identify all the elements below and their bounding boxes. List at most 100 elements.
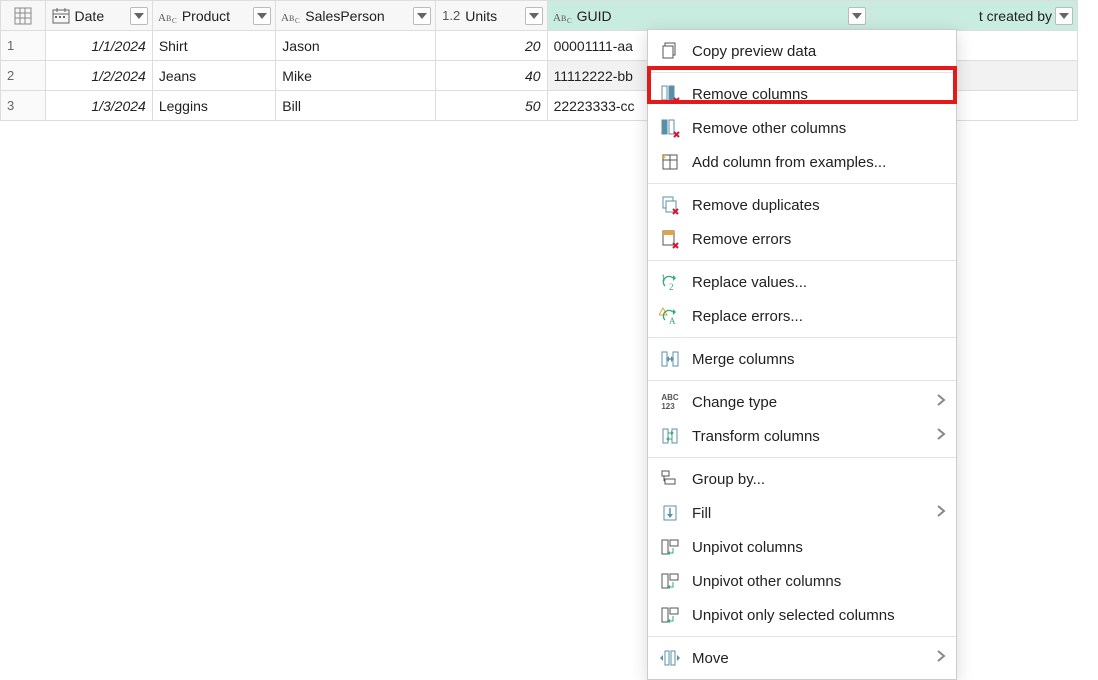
column-header-createdby[interactable]: t created by [871,1,1078,31]
menu-group-by[interactable]: Group by... [648,462,956,496]
number-type-icon: 1.2 [440,7,462,25]
row-number: 3 [1,91,46,121]
menu-change-type[interactable]: ABC 123 Change type [648,385,956,419]
cell-product[interactable]: Shirt [152,31,275,61]
menu-separator [648,337,956,338]
cell-salesperson[interactable]: Mike [276,61,436,91]
menu-transform-columns[interactable]: Transform columns [648,419,956,453]
filter-button[interactable] [848,7,866,25]
svg-text:B: B [561,14,566,23]
menu-label: Unpivot only selected columns [692,607,895,624]
row-number: 1 [1,31,46,61]
change-type-icon: ABC 123 [658,390,682,414]
text-type-icon: ABC [280,7,302,25]
move-icon [658,646,682,670]
remove-columns-icon [658,82,682,106]
copy-icon [658,39,682,63]
menu-label: Replace errors... [692,308,803,325]
svg-text:2: 2 [669,282,674,292]
menu-label: Group by... [692,471,765,488]
filter-button[interactable] [413,7,431,25]
svg-text:B: B [289,14,294,23]
menu-add-column-from-examples[interactable]: Add column from examples... [648,145,956,179]
menu-fill[interactable]: Fill [648,496,956,530]
menu-separator [648,260,956,261]
svg-text:C: C [295,17,300,24]
menu-replace-errors[interactable]: A Replace errors... [648,299,956,333]
remove-other-columns-icon [658,116,682,140]
column-label: Date [75,8,127,24]
menu-separator [648,636,956,637]
menu-merge-columns[interactable]: Merge columns [648,342,956,376]
menu-unpivot-columns[interactable]: Unpivot columns [648,530,956,564]
filter-button[interactable] [253,7,271,25]
menu-unpivot-only-selected[interactable]: Unpivot only selected columns [648,598,956,632]
svg-text:C: C [172,17,177,24]
svg-text:A: A [553,12,561,24]
menu-remove-other-columns[interactable]: Remove other columns [648,111,956,145]
context-menu: Copy preview data Remove columns Remove … [647,29,957,680]
menu-label: Unpivot columns [692,539,803,556]
transform-columns-icon [658,424,682,448]
cell-product[interactable]: Jeans [152,61,275,91]
cell-salesperson[interactable]: Jason [276,31,436,61]
menu-label: Remove columns [692,86,808,103]
remove-errors-icon [658,227,682,251]
menu-label: Fill [692,505,711,522]
cell-units[interactable]: 40 [436,61,547,91]
svg-text:B: B [166,14,171,23]
column-label: t created by [900,8,1052,24]
column-label: GUID [577,8,846,24]
menu-label: Remove other columns [692,120,846,137]
menu-label: Replace values... [692,274,807,291]
menu-remove-columns[interactable]: Remove columns [648,77,956,111]
svg-text:A: A [158,12,166,24]
menu-label: Remove errors [692,231,791,248]
cell-date[interactable]: 1/3/2024 [45,91,152,121]
menu-unpivot-other-columns[interactable]: Unpivot other columns [648,564,956,598]
text-type-icon: ABC [157,7,179,25]
cell-date[interactable]: 1/2/2024 [45,61,152,91]
column-header-salesperson[interactable]: ABC SalesPerson [276,1,436,31]
cell-product[interactable]: Leggins [152,91,275,121]
menu-separator [648,72,956,73]
unpivot-icon [658,535,682,559]
menu-label: Copy preview data [692,43,816,60]
replace-values-icon: 12 [658,270,682,294]
row-number: 2 [1,61,46,91]
column-header-guid[interactable]: ABC GUID [547,1,871,31]
menu-remove-errors[interactable]: Remove errors [648,222,956,256]
cell-units[interactable]: 50 [436,91,547,121]
filter-button[interactable] [130,7,148,25]
chevron-right-icon [936,427,946,445]
menu-label: Move [692,650,729,667]
cell-salesperson[interactable]: Bill [276,91,436,121]
svg-text:A: A [281,12,289,24]
menu-copy-preview-data[interactable]: Copy preview data [648,34,956,68]
menu-move[interactable]: Move [648,641,956,675]
chevron-right-icon [936,504,946,522]
cell-date[interactable]: 1/1/2024 [45,31,152,61]
cell-units[interactable]: 20 [436,31,547,61]
replace-errors-icon: A [658,304,682,328]
column-header-product[interactable]: ABC Product [152,1,275,31]
svg-text:C: C [567,17,572,24]
filter-button[interactable] [525,7,543,25]
column-label: SalesPerson [305,8,410,24]
menu-label: Change type [692,394,777,411]
remove-duplicates-icon [658,193,682,217]
filter-button[interactable] [1055,7,1073,25]
merge-columns-icon [658,347,682,371]
svg-text:A: A [669,316,676,326]
table-corner[interactable] [1,1,46,31]
column-header-date[interactable]: Date [45,1,152,31]
menu-remove-duplicates[interactable]: Remove duplicates [648,188,956,222]
add-column-examples-icon [658,150,682,174]
column-label: Product [182,8,250,24]
menu-replace-values[interactable]: 12 Replace values... [648,265,956,299]
fill-icon [658,501,682,525]
text-type-icon: ABC [552,7,574,25]
menu-label: Unpivot other columns [692,573,841,590]
column-header-units[interactable]: 1.2 Units [436,1,547,31]
menu-separator [648,183,956,184]
